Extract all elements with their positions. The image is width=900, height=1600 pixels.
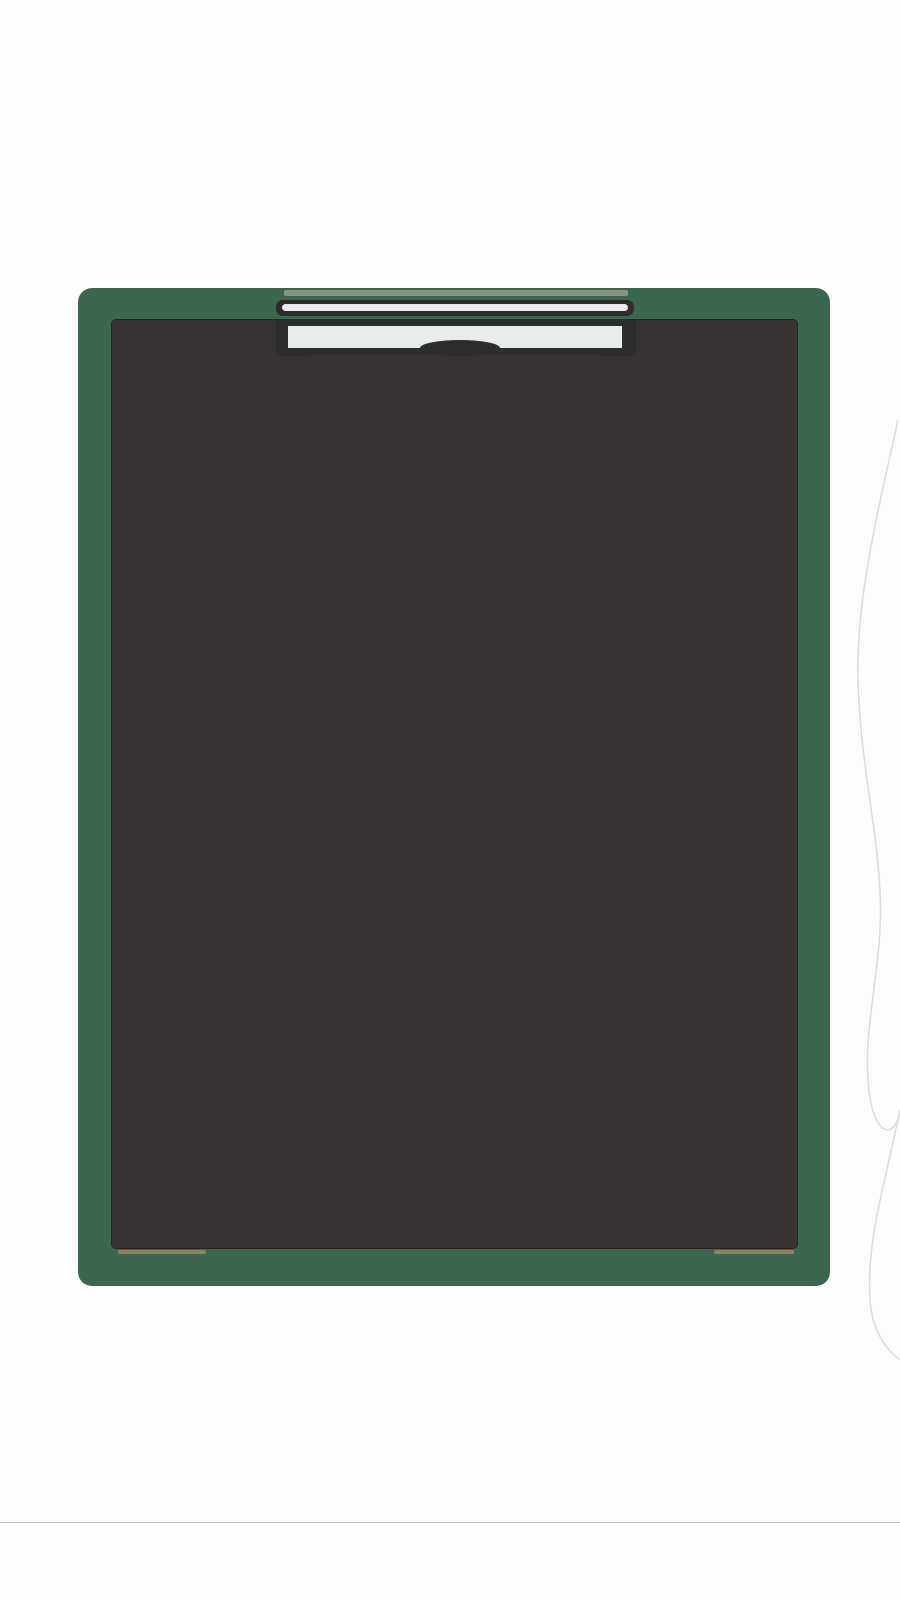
clip-band — [284, 290, 628, 296]
clip-graphic — [276, 290, 636, 356]
paper-edge-line-lower — [868, 1109, 900, 1360]
clip-jaw-lip — [310, 348, 600, 354]
page — [0, 0, 900, 1600]
metal-clip-icon[interactable] — [270, 290, 642, 364]
felt-accent-left — [118, 1250, 206, 1254]
paper-edge — [857, 420, 900, 1360]
felt-accent-right — [714, 1250, 794, 1254]
clip-top-bar-highlight — [282, 304, 628, 311]
floor-line — [0, 1522, 900, 1523]
paper-edge-line — [857, 420, 900, 1131]
clipboard-writing-surface[interactable] — [111, 319, 798, 1249]
